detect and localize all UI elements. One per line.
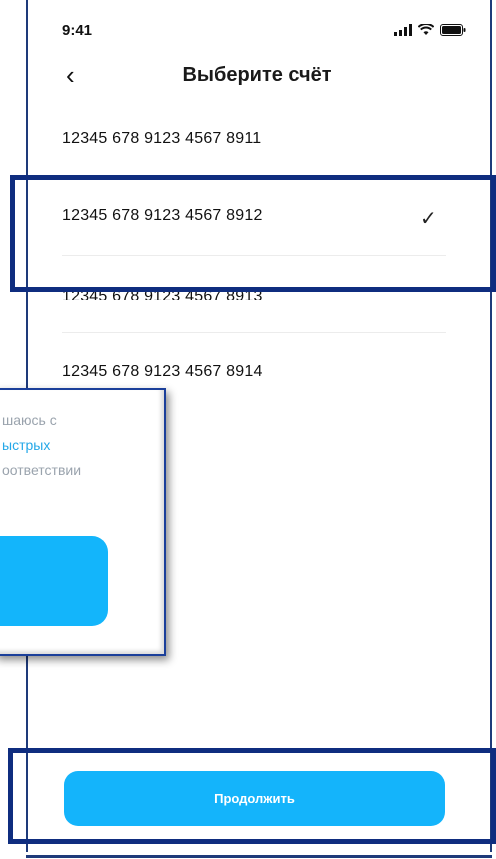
selection-highlight-box (10, 175, 496, 292)
navigation-header: ‹ Выберите счёт (62, 60, 452, 96)
popup-action-button[interactable] (0, 536, 108, 626)
status-icons (394, 24, 466, 36)
battery-icon (440, 24, 466, 36)
popup-link-text[interactable]: ыстрых (2, 437, 50, 453)
popup-text-line: оответствии (2, 462, 82, 478)
page-title: Выберите счёт (182, 64, 332, 86)
wifi-icon (418, 24, 434, 35)
popup-text-line: шаюсь с (2, 412, 57, 428)
status-bar: 9:41 (62, 22, 466, 42)
account-item-8914[interactable]: 12345 678 9123 4567 8914 (62, 363, 263, 381)
signal-icon (394, 24, 412, 36)
account-divider (62, 332, 446, 333)
continue-highlight-box (8, 748, 496, 844)
consent-popup: шаюсь с ыстрых оответствии (0, 388, 166, 656)
status-time: 9:41 (62, 22, 93, 39)
account-item-8911[interactable]: 12345 678 9123 4567 8911 (62, 130, 261, 148)
